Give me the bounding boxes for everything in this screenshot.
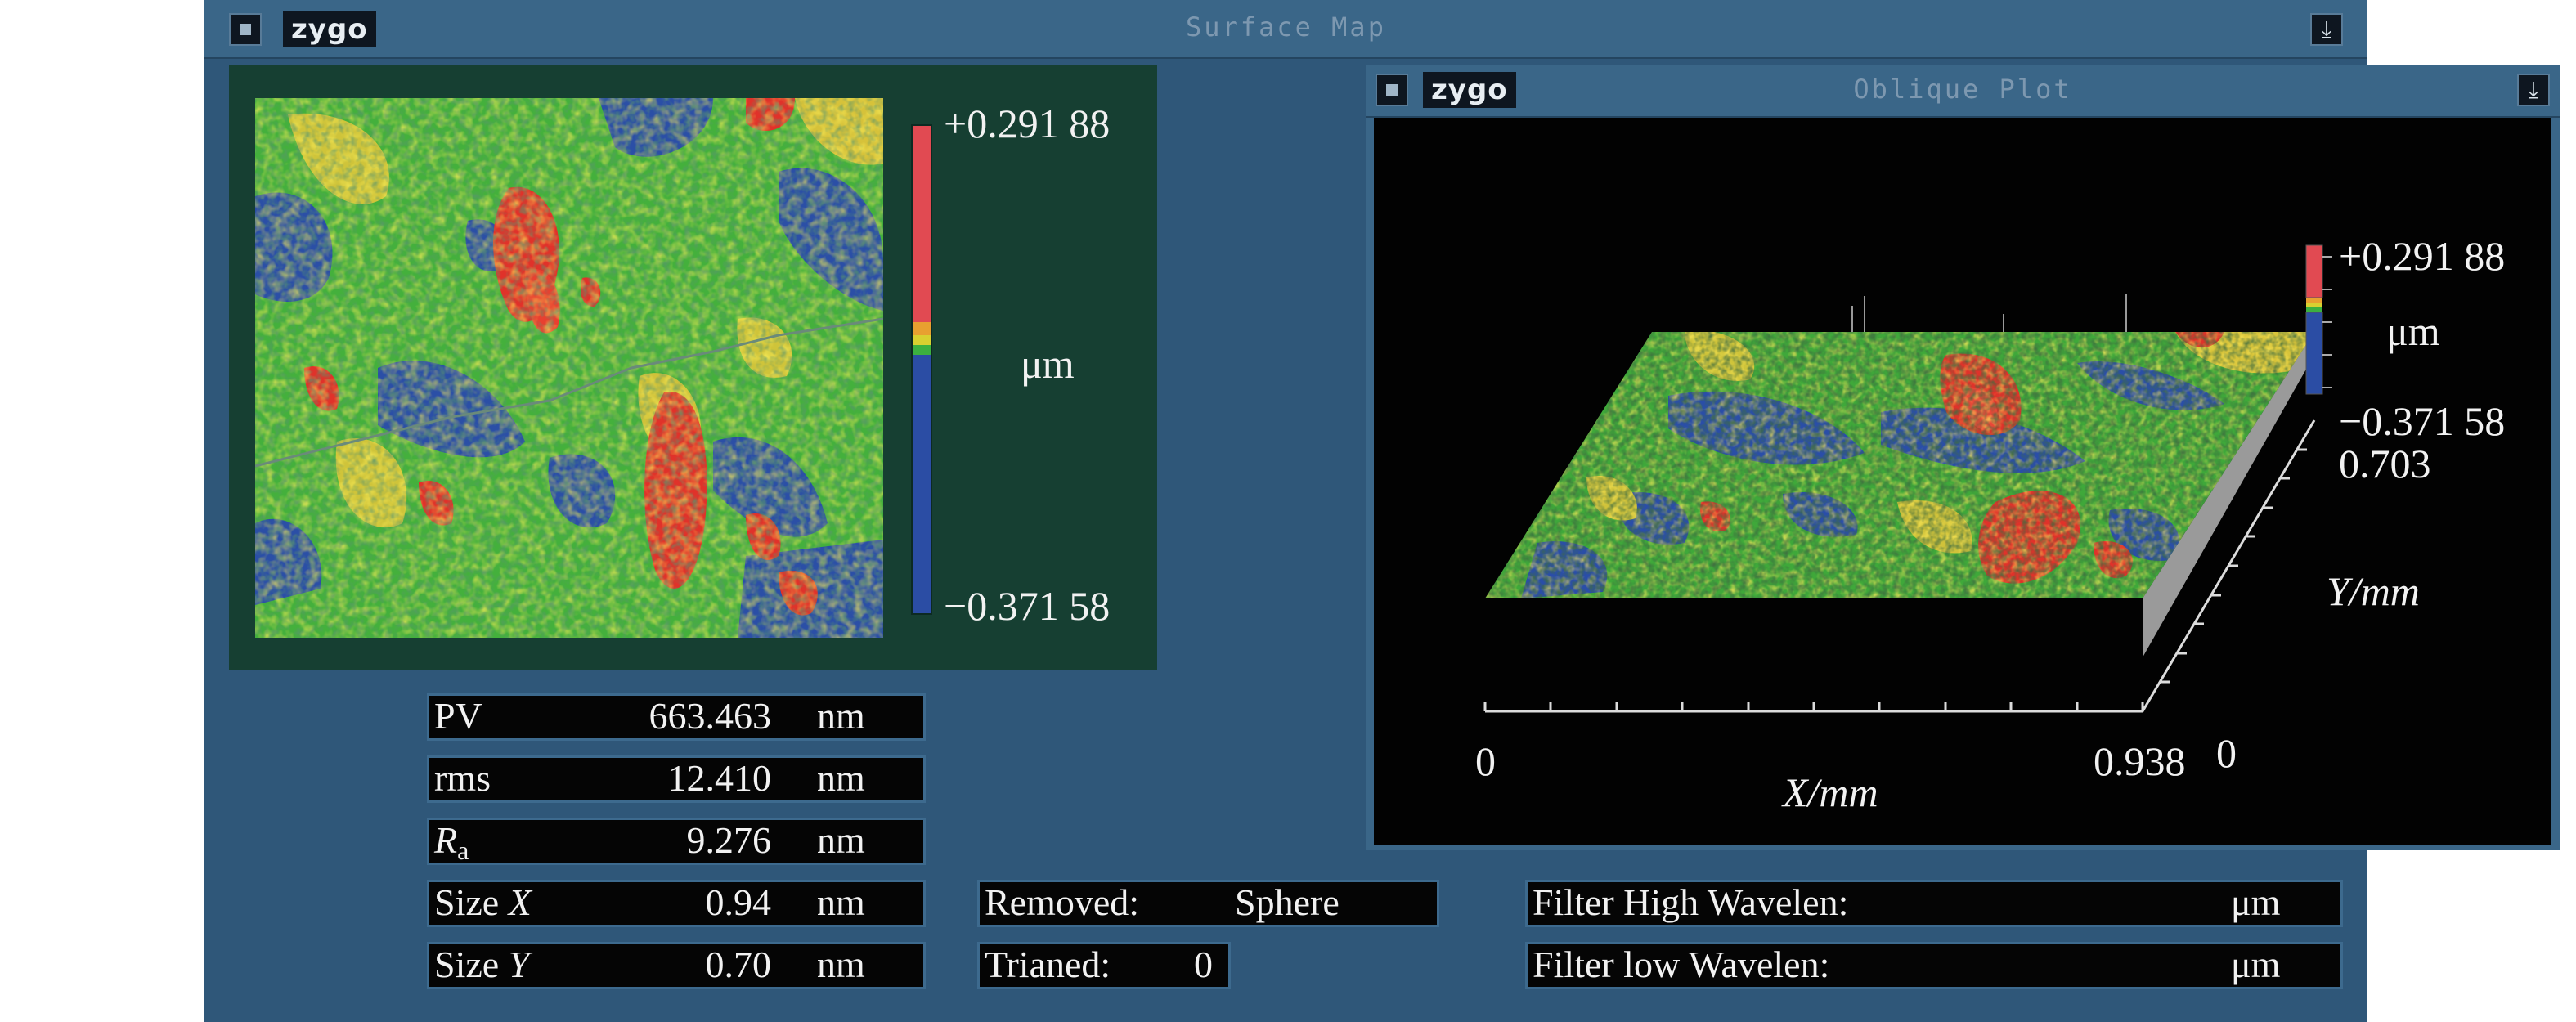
stat-label: Size X [434,881,532,923]
stat-row-pv: PV 663.463 nm [427,693,926,741]
window-title: Surface Map [1186,11,1386,43]
surface-map-panel: +0.291 88 μm −0.371 58 [229,65,1157,670]
surface-scale-unit: μm [1021,341,1075,387]
stat-row-ra: Ra 9.276 nm [427,818,926,865]
oblique-plot-titlebar: zygo Oblique Plot ⤓ [1366,65,2560,118]
oblique-scale-max: +0.291 88 [2339,233,2506,279]
filter-low-wavelen-field[interactable]: Filter low Wavelen: μm [1525,942,2343,989]
oblique-resize-button[interactable]: ⤓ [2517,74,2550,106]
filter-high-label: Filter High Wavelen: [1533,881,1849,923]
stat-value: 12.410 [667,757,772,799]
surface-map-heatmap [255,98,883,638]
trianed-field: Trianed: 0 [977,942,1231,989]
surface-map-window: zygo Surface Map ⤓ +0.291 88 μm −0.371 5… [204,0,2560,1022]
stat-value: 0.94 [705,881,772,923]
removed-value: Sphere [1235,881,1340,923]
oblique-x-label: X/mm [1783,769,1878,815]
window-resize-button[interactable]: ⤓ [2310,13,2343,46]
surface-map-image[interactable] [255,98,883,638]
stat-unit: nm [817,695,865,737]
removed-field: Removed: Sphere [977,880,1439,927]
stat-row-size-x: Size X 0.94 nm [427,880,926,927]
oblique-x-min: 0 [1475,738,1496,784]
resize-arrow-icon: ⤓ [2321,16,2332,43]
oblique-plot-window: zygo Oblique Plot ⤓ +0.291 88 μm −0.371 … [1366,65,2560,850]
stat-unit: nm [817,757,865,799]
removed-label: Removed: [985,881,1140,923]
surface-colorbar-gradient [913,126,931,613]
surface-scale-min: −0.371 58 [944,583,1111,629]
oblique-y-max: 0.703 [2339,441,2431,486]
stat-unit: nm [817,944,865,985]
stat-value: 9.276 [686,819,772,861]
oblique-y-min: 0 [2216,730,2237,776]
oblique-plot-canvas[interactable]: +0.291 88 μm −0.371 58 0.703 Y/mm 0 0 0.… [1374,118,2551,845]
filter-high-wavelen-field[interactable]: Filter High Wavelen: μm [1525,880,2343,927]
surface-scale-max: +0.291 88 [944,101,1111,146]
window-titlebar: zygo Surface Map ⤓ [204,0,2367,59]
oblique-x-max: 0.938 [2094,738,2186,784]
oblique-scale-unit: μm [2386,308,2440,354]
stat-row-rms: rms 12.410 nm [427,755,926,803]
filter-low-unit: μm [2231,944,2281,985]
stat-label: rms [434,757,491,799]
stat-value: 0.70 [705,944,772,985]
stat-label: Size Y [434,944,530,985]
oblique-resize-arrow-icon: ⤓ [2528,76,2539,103]
stat-value: 663.463 [648,695,772,737]
trianed-value: 0 [1194,944,1213,985]
filter-high-unit: μm [2231,881,2281,923]
oblique-plot-title: Oblique Plot [1853,74,2072,105]
filter-low-label: Filter low Wavelen: [1533,944,1830,985]
stat-unit: nm [817,819,865,861]
stat-unit: nm [817,881,865,923]
trianed-label: Trianed: [985,944,1111,985]
stat-label: PV [434,695,482,737]
oblique-y-label: Y/mm [2327,568,2420,614]
stat-label: Ra [434,819,469,866]
surface-colorbar [911,124,932,615]
stat-row-size-y: Size Y 0.70 nm [427,942,926,989]
oblique-scale-min: −0.371 58 [2339,398,2506,444]
